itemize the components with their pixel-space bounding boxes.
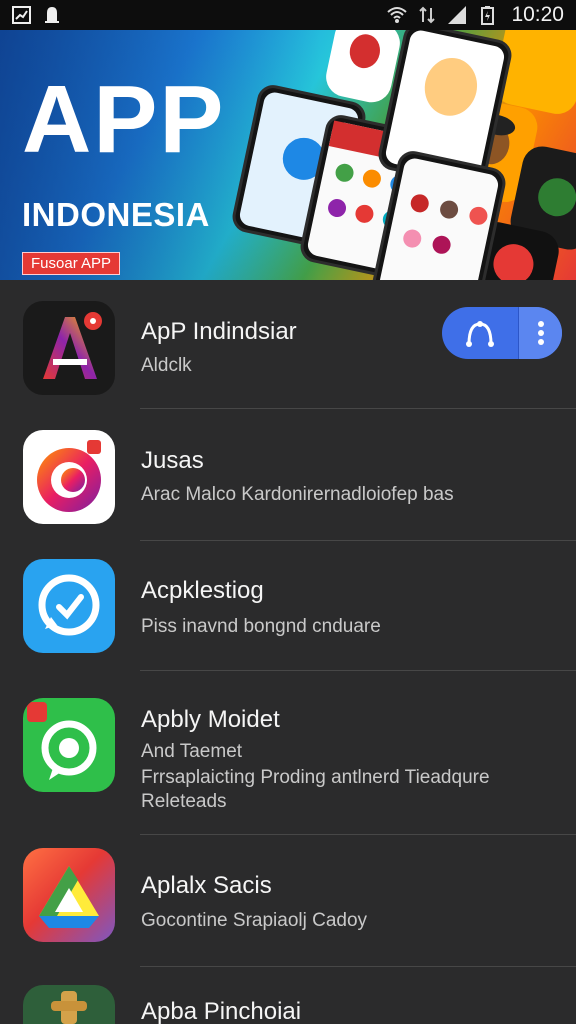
open-app-main[interactable] <box>442 307 518 359</box>
open-app-button[interactable] <box>442 307 562 359</box>
list-item[interactable]: Apbly Moidet And Taemet Frrsaplaicting P… <box>0 672 576 836</box>
divider <box>140 408 576 409</box>
list-item[interactable]: Apba Pinchoiai <box>0 968 576 1024</box>
drive-triangle-icon <box>23 848 115 942</box>
divider <box>140 540 576 541</box>
figure-icon <box>23 985 115 1024</box>
banner-title: APP <box>22 66 226 173</box>
more-options-button[interactable] <box>518 307 562 359</box>
app-desc: Piss inavnd bongnd cnduare <box>141 616 381 637</box>
signal-icon <box>448 6 467 24</box>
bell-notification-icon <box>45 7 59 23</box>
promo-banner[interactable]: APP INDONESIA Fusoar APP <box>0 30 576 280</box>
app-title: Acpklestiog <box>141 577 264 604</box>
launch-arc-icon <box>466 321 494 347</box>
green-chat-icon <box>23 698 115 792</box>
status-bar-right: 10:20 <box>387 3 564 27</box>
banner-badge[interactable]: Fusoar APP <box>22 252 121 275</box>
divider <box>140 834 576 835</box>
status-bar: 10:20 <box>0 0 576 30</box>
app-title: Apbly Moidet <box>141 706 280 733</box>
app-desc: Gocontine Srapiaolj Cadoy <box>141 910 368 931</box>
app-title: Jusas <box>141 447 204 474</box>
divider <box>140 966 576 967</box>
wifi-icon <box>387 7 408 23</box>
chat-check-icon <box>23 559 115 653</box>
chart-notification-icon <box>12 6 31 24</box>
list-item[interactable]: Aplalx Sacis Gocontine Srapiaolj Cadoy <box>0 836 576 968</box>
battery-icon <box>481 6 495 25</box>
app-desc: And Taemet <box>141 741 243 762</box>
list-item[interactable]: ApP Indindsiar Aldclk <box>0 280 576 410</box>
a-logo-icon <box>23 301 115 395</box>
app-title: Apba Pinchoiai <box>141 998 302 1024</box>
status-bar-left <box>12 5 62 25</box>
more-vertical-icon <box>537 321 544 345</box>
app-title: ApP Indindsiar <box>141 318 297 345</box>
ring-logo-icon <box>23 430 115 524</box>
app-desc: Arac Malco Kardonirernadloiofep bas <box>141 484 454 505</box>
app-desc: Frrsaplaicting Proding antlnerd Tieadqur… <box>141 767 490 788</box>
list-item[interactable]: Acpklestiog Piss inavnd bongnd cnduare <box>0 542 576 672</box>
app-desc: Releteads <box>141 791 227 812</box>
list-item[interactable]: Jusas Arac Malco Kardonirernadloiofep ba… <box>0 410 576 542</box>
divider <box>140 670 576 671</box>
clock: 10:20 <box>511 3 564 26</box>
app-title: Aplalx Sacis <box>141 872 272 899</box>
app-desc: Aldclk <box>141 355 192 376</box>
banner-subtitle: INDONESIA <box>22 196 210 233</box>
data-icon <box>419 6 436 24</box>
